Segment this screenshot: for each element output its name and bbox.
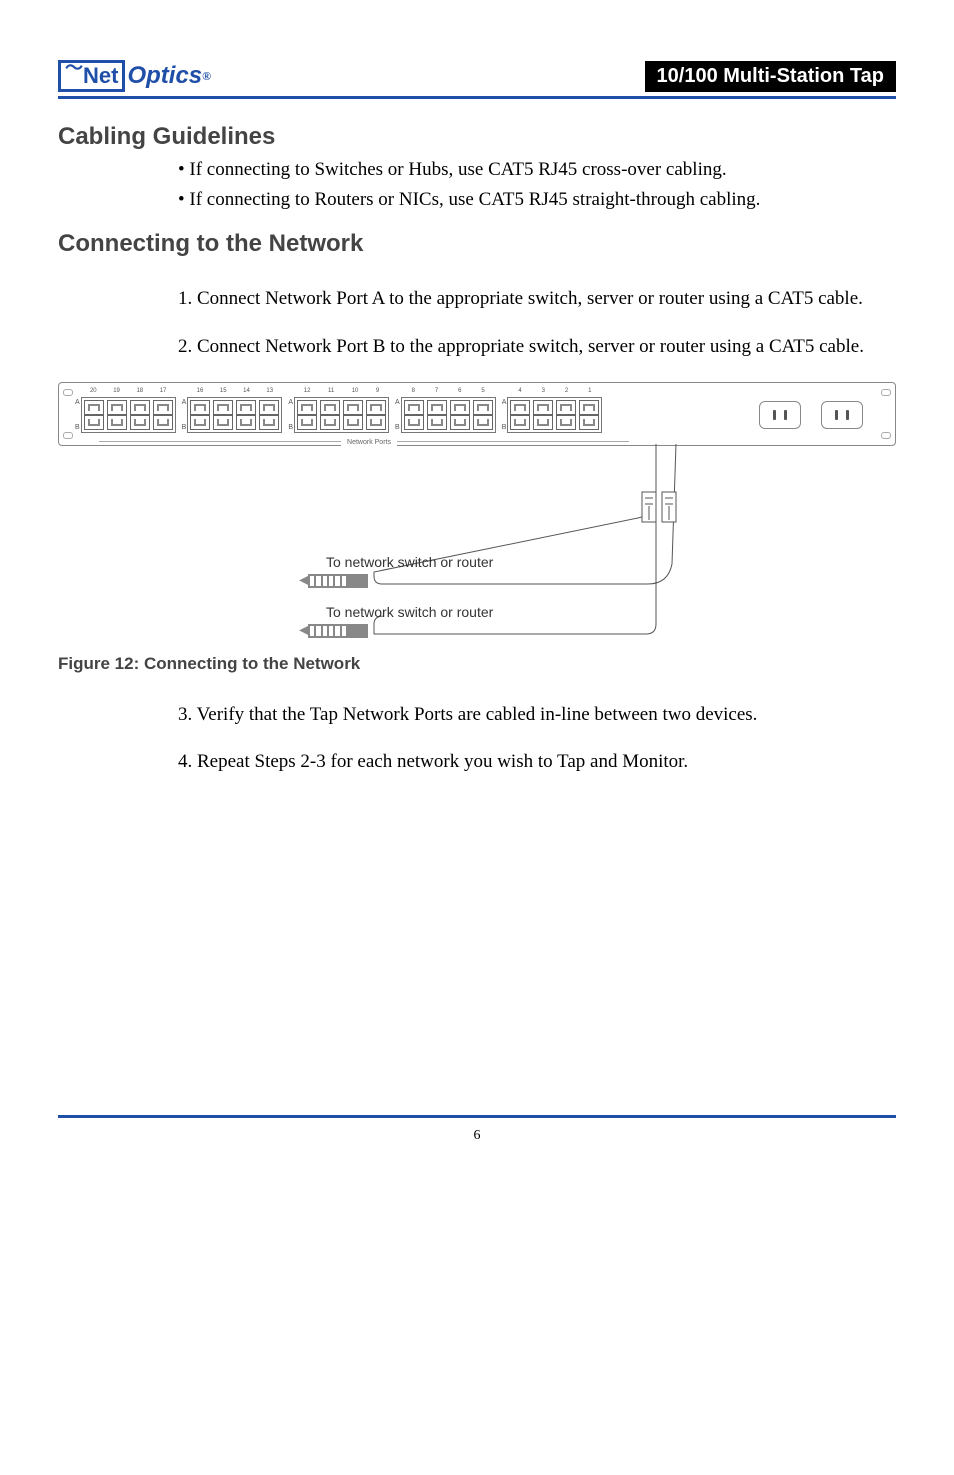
port-number: 18 <box>136 388 143 394</box>
figure-caption: Figure 12: Connecting to the Network <box>58 654 896 674</box>
port-number: 1 <box>588 388 591 394</box>
rj45-connector-icon <box>308 574 368 593</box>
row-label-b: B <box>288 424 293 431</box>
port-number: 19 <box>113 388 120 394</box>
port-number: 11 <box>328 388 334 394</box>
row-label-b: B <box>395 424 400 431</box>
power-inlet-icon <box>821 401 863 429</box>
cabling-bullet: If connecting to Routers or NICs, use CA… <box>178 187 896 213</box>
port-number: 20 <box>90 388 97 394</box>
port-number: 3 <box>542 388 545 394</box>
step-item: Connect Network Port B to the appropriat… <box>178 334 896 360</box>
row-label-a: A <box>502 399 507 406</box>
network-port-groups: AB 20 19 18 17 AB <box>75 397 602 433</box>
port-number: 4 <box>518 388 521 394</box>
section-heading-cabling: Cabling Guidelines <box>58 123 896 151</box>
connecting-steps-before: Connect Network Port A to the appropriat… <box>58 286 896 359</box>
header-divider <box>58 96 896 99</box>
step-item: Repeat Steps 2-3 for each network you wi… <box>178 749 896 775</box>
row-label-a: A <box>182 399 187 406</box>
port-number: 9 <box>376 388 379 394</box>
step-item: Connect Network Port A to the appropriat… <box>178 286 896 312</box>
device-rear-panel: AB 20 19 18 17 AB <box>58 382 896 446</box>
cabling-bullet: If connecting to Switches or Hubs, use C… <box>178 157 896 183</box>
port-number: 16 <box>197 388 204 394</box>
row-label-a: A <box>288 399 293 406</box>
connecting-steps-after: Verify that the Tap Network Ports are ca… <box>58 702 896 775</box>
logo-net-text: Net <box>83 65 118 87</box>
figure-title: Connecting to the Network <box>144 654 360 673</box>
port-number: 2 <box>565 388 568 394</box>
logo-registered-mark: ® <box>202 69 211 84</box>
cable-label-1: To network switch or router <box>326 554 493 570</box>
cable-label-2: To network switch or router <box>326 604 493 620</box>
port-number: 14 <box>243 388 250 394</box>
port-number: 10 <box>352 388 359 394</box>
port-number: 15 <box>220 388 227 394</box>
cabling-bullet-list: If connecting to Switches or Hubs, use C… <box>58 157 896 212</box>
page-header: 〜 Net Optics ® 10/100 Multi-Station Tap <box>58 60 896 92</box>
step-item: Verify that the Tap Network Ports are ca… <box>178 702 896 728</box>
page-number: 6 <box>58 1128 896 1144</box>
port-number: 7 <box>435 388 438 394</box>
brand-logo: 〜 Net Optics ® <box>58 60 211 92</box>
document-title-bar: 10/100 Multi-Station Tap <box>645 61 896 92</box>
figure-12: AB 20 19 18 17 AB <box>58 382 896 644</box>
row-label-b: B <box>182 424 187 431</box>
port-number: 5 <box>481 388 484 394</box>
row-label-a: A <box>75 399 80 406</box>
power-inlet-icon <box>759 401 801 429</box>
port-number: 6 <box>458 388 461 394</box>
row-label-a: A <box>395 399 400 406</box>
rj45-connector-icon <box>308 624 368 643</box>
port-number: 8 <box>412 388 415 394</box>
row-label-b: B <box>75 424 80 431</box>
power-inlets <box>759 401 863 429</box>
row-label-b: B <box>502 424 507 431</box>
logo-optics-text: Optics <box>127 62 202 90</box>
cable-diagram: To network switch or router To network s… <box>58 444 896 644</box>
port-number: 12 <box>304 388 311 394</box>
port-number: 17 <box>160 388 167 394</box>
port-number: 13 <box>266 388 273 394</box>
section-heading-connecting: Connecting to the Network <box>58 230 896 258</box>
figure-number: Figure 12: <box>58 654 139 673</box>
footer-divider <box>58 1115 896 1118</box>
